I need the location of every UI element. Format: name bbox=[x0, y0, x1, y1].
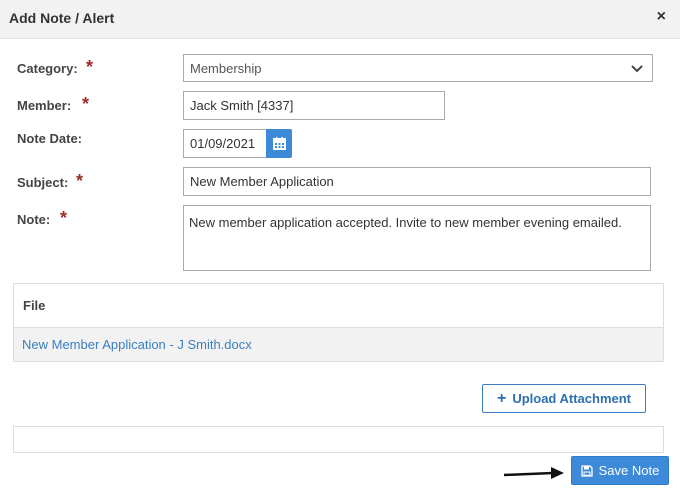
save-note-button[interactable]: Save Note bbox=[571, 456, 669, 485]
file-column-header: File bbox=[23, 298, 46, 313]
file-link[interactable]: New Member Application - J Smith.docx bbox=[22, 337, 252, 352]
upload-attachment-button[interactable]: + Upload Attachment bbox=[482, 384, 646, 413]
member-field[interactable]: Jack Smith [4337] bbox=[183, 91, 445, 120]
file-table: File New Member Application - J Smith.do… bbox=[13, 283, 664, 362]
plus-icon: + bbox=[496, 389, 507, 407]
note-textarea[interactable]: New member application accepted. Invite … bbox=[183, 205, 651, 271]
floppy-disk-icon bbox=[580, 464, 593, 477]
note-date-field[interactable]: 01/09/2021 bbox=[183, 129, 267, 158]
note-date-label: Note Date: bbox=[17, 131, 83, 146]
subject-field[interactable]: New Member Application bbox=[183, 167, 651, 196]
close-icon[interactable]: × bbox=[657, 8, 666, 26]
add-note-dialog: Add Note / Alert × Category: * Membershi… bbox=[0, 0, 680, 502]
member-label: Member: bbox=[17, 98, 72, 113]
upload-attachment-label: Upload Attachment bbox=[512, 391, 632, 406]
subject-value: New Member Application bbox=[190, 174, 334, 189]
subject-required-mark: * bbox=[76, 171, 84, 191]
calendar-button[interactable] bbox=[266, 129, 292, 158]
category-select[interactable]: Membership bbox=[183, 54, 653, 82]
note-label: Note: bbox=[17, 212, 51, 227]
member-value: Jack Smith [4337] bbox=[190, 98, 294, 113]
dialog-title: Add Note / Alert bbox=[9, 10, 115, 26]
save-note-label: Save Note bbox=[598, 463, 660, 478]
dialog-titlebar: Add Note / Alert × bbox=[0, 0, 680, 39]
note-date-value: 01/09/2021 bbox=[190, 136, 256, 151]
member-required-mark: * bbox=[82, 94, 90, 114]
category-label: Category: bbox=[17, 61, 78, 76]
category-value: Membership bbox=[190, 60, 262, 76]
calendar-icon bbox=[272, 137, 286, 150]
note-required-mark: * bbox=[60, 208, 68, 228]
note-value: New member application accepted. Invite … bbox=[189, 215, 622, 230]
chevron-down-icon bbox=[631, 65, 643, 73]
category-required-mark: * bbox=[86, 57, 94, 77]
subject-label: Subject: bbox=[17, 175, 69, 190]
arrow-right-icon bbox=[503, 467, 564, 479]
empty-panel bbox=[13, 426, 664, 453]
table-row: New Member Application - J Smith.docx bbox=[14, 328, 663, 361]
file-table-header: File bbox=[14, 284, 663, 328]
